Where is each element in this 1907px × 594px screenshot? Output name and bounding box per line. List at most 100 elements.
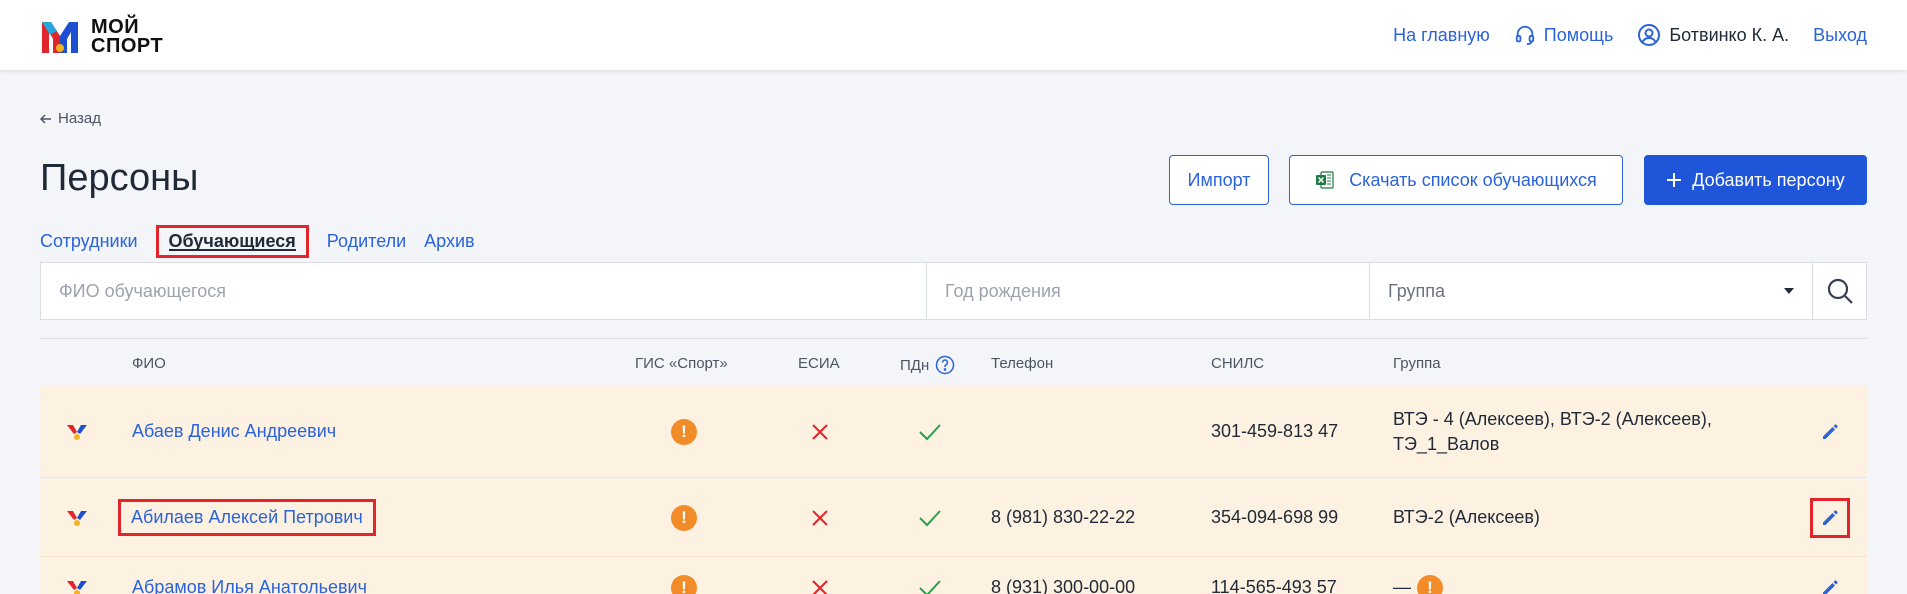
- col-gis: ГИС «Спорт»: [635, 355, 728, 372]
- person-name-link[interactable]: Абаев Денис Андреевич: [132, 421, 336, 442]
- warning-icon: !: [671, 418, 697, 445]
- warning-icon: !: [671, 504, 697, 531]
- col-group: Группа: [1393, 355, 1441, 372]
- back-label: Назад: [58, 110, 101, 127]
- person-name-link[interactable]: Абрамов Илья Анатольевич: [132, 577, 367, 594]
- import-button-label: Импорт: [1187, 169, 1251, 190]
- col-snils-label: СНИЛС: [1211, 355, 1265, 372]
- gis-status: !: [670, 558, 698, 594]
- pencil-icon: [1823, 423, 1838, 439]
- table-row: Абилаев Алексей Петрович ! 8 (981) 830-2…: [40, 479, 1867, 557]
- back-link[interactable]: Назад: [40, 110, 101, 127]
- phone-cell: 8 (931) 300-00-00: [991, 577, 1136, 594]
- snils-cell: 301-459-813 47: [1211, 421, 1339, 441]
- table-row: Абаев Денис Андреевич ! 301-459-813 47 В…: [40, 386, 1867, 478]
- tab-employees[interactable]: Сотрудники: [40, 228, 138, 255]
- esia-status: [806, 386, 834, 477]
- nav-logout-link[interactable]: Выход: [1813, 25, 1867, 46]
- pencil-icon: [1823, 579, 1838, 594]
- edit-button[interactable]: [1810, 386, 1850, 477]
- group-cell: ВТЭ-2 (Алексеев): [1393, 507, 1540, 527]
- download-list-button[interactable]: Скачать список обучающихся: [1289, 155, 1623, 205]
- tab-parents-label: Родители: [326, 231, 407, 251]
- col-fio: ФИО: [132, 355, 166, 372]
- person-name-link[interactable]: Абилаев Алексей Петрович: [131, 507, 363, 527]
- warning-icon: !: [1417, 574, 1443, 594]
- col-phone-label: Телефон: [991, 355, 1054, 372]
- warning-icon: !: [671, 574, 697, 594]
- user-menu[interactable]: Ботвинко К. А.: [1637, 23, 1789, 47]
- snils-cell: 354-094-698 99: [1211, 507, 1339, 527]
- group-cell: — !: [1393, 558, 1733, 594]
- birth-year-input[interactable]: Год рождения: [927, 263, 1370, 319]
- user-circle-icon: [1638, 24, 1661, 46]
- top-nav: На главную Помощь Ботвинко К. А. Выход: [1393, 0, 1867, 70]
- logo-mark-icon: [42, 22, 78, 53]
- nav-help-link[interactable]: Помощь: [1514, 24, 1614, 46]
- nav-home-label: На главную: [1393, 24, 1490, 45]
- add-button-label: Добавить персону: [1692, 169, 1845, 190]
- fio-search-input[interactable]: ФИО обучающегося: [41, 263, 927, 319]
- add-person-button[interactable]: Добавить персону: [1644, 155, 1867, 205]
- person-name-cell: Абилаев Алексей Петрович: [118, 479, 376, 556]
- group-value: —: [1393, 577, 1411, 594]
- highlighted-name: Абилаев Алексей Петрович: [118, 499, 376, 536]
- group-select-value: Группа: [1388, 280, 1446, 301]
- year-placeholder: Год рождения: [945, 280, 1061, 301]
- row-logo: [62, 558, 92, 594]
- tab-parents[interactable]: Родители: [327, 228, 406, 255]
- col-pdn: ПДн: [900, 355, 955, 375]
- person-tabs: Сотрудники Обучающиеся Родители Архив: [40, 225, 475, 258]
- caret-down-icon: [1784, 288, 1794, 294]
- cross-icon: [812, 423, 828, 440]
- pencil-icon: [1823, 509, 1838, 525]
- user-name: Ботвинко К. А.: [1669, 24, 1790, 45]
- col-esia: ЕСИА: [798, 355, 840, 372]
- group-cell: ВТЭ - 4 (Алексеев), ВТЭ-2 (Алексеев), ТЭ…: [1393, 408, 1712, 454]
- edit-button[interactable]: [1810, 497, 1850, 538]
- cross-icon: [812, 579, 828, 594]
- headset-icon: [1515, 25, 1534, 46]
- row-logo: [62, 386, 92, 477]
- col-gis-label: ГИС «Спорт»: [635, 355, 728, 372]
- col-group-label: Группа: [1393, 355, 1441, 372]
- esia-status: [806, 479, 834, 556]
- tab-archive-label: Архив: [424, 231, 475, 251]
- nav-home-link[interactable]: На главную: [1393, 25, 1490, 46]
- check-icon: [919, 423, 941, 440]
- esia-status: [806, 558, 834, 594]
- tab-employees-label: Сотрудники: [40, 231, 138, 251]
- check-icon: [919, 509, 941, 526]
- question-circle-icon[interactable]: [935, 355, 955, 375]
- moysport-mark-icon: [67, 424, 87, 440]
- person-name-cell: Абаев Денис Андреевич: [132, 386, 336, 477]
- nav-help-label: Помощь: [1543, 24, 1614, 45]
- excel-icon: [1316, 171, 1334, 189]
- check-icon: [919, 579, 941, 594]
- plus-icon: [1667, 173, 1682, 187]
- logo-text: МОЙ СПОРТ: [91, 17, 164, 57]
- table-header: ФИО ГИС «Спорт» ЕСИА ПДн Телефон СНИЛС Г…: [40, 355, 1867, 383]
- tab-archive[interactable]: Архив: [424, 228, 474, 255]
- edit-button[interactable]: [1810, 558, 1850, 594]
- moysport-mark-icon: [67, 510, 87, 526]
- col-snils: СНИЛС: [1211, 355, 1264, 372]
- edit-button-cell: [1810, 479, 1850, 556]
- moysport-logo[interactable]: МОЙ СПОРТ: [40, 17, 170, 57]
- filter-bar: ФИО обучающегося Год рождения Группа: [40, 262, 1867, 320]
- nav-logout-label: Выход: [1813, 24, 1867, 45]
- moysport-mark-icon: [67, 580, 87, 594]
- tab-students[interactable]: Обучающиеся: [155, 225, 309, 258]
- download-button-label: Скачать список обучающихся: [1349, 169, 1597, 190]
- search-icon: [1827, 278, 1853, 304]
- group-select[interactable]: Группа: [1370, 263, 1813, 319]
- arrow-left-icon: [40, 113, 51, 124]
- search-button[interactable]: [1813, 263, 1866, 319]
- row-logo: [62, 479, 92, 556]
- pdn-status: [916, 479, 944, 556]
- gis-status: !: [670, 386, 698, 477]
- col-fio-label: ФИО: [132, 355, 166, 372]
- import-button[interactable]: Импорт: [1169, 155, 1269, 205]
- pdn-status: [916, 386, 944, 477]
- logo-line2: СПОРТ: [91, 35, 164, 57]
